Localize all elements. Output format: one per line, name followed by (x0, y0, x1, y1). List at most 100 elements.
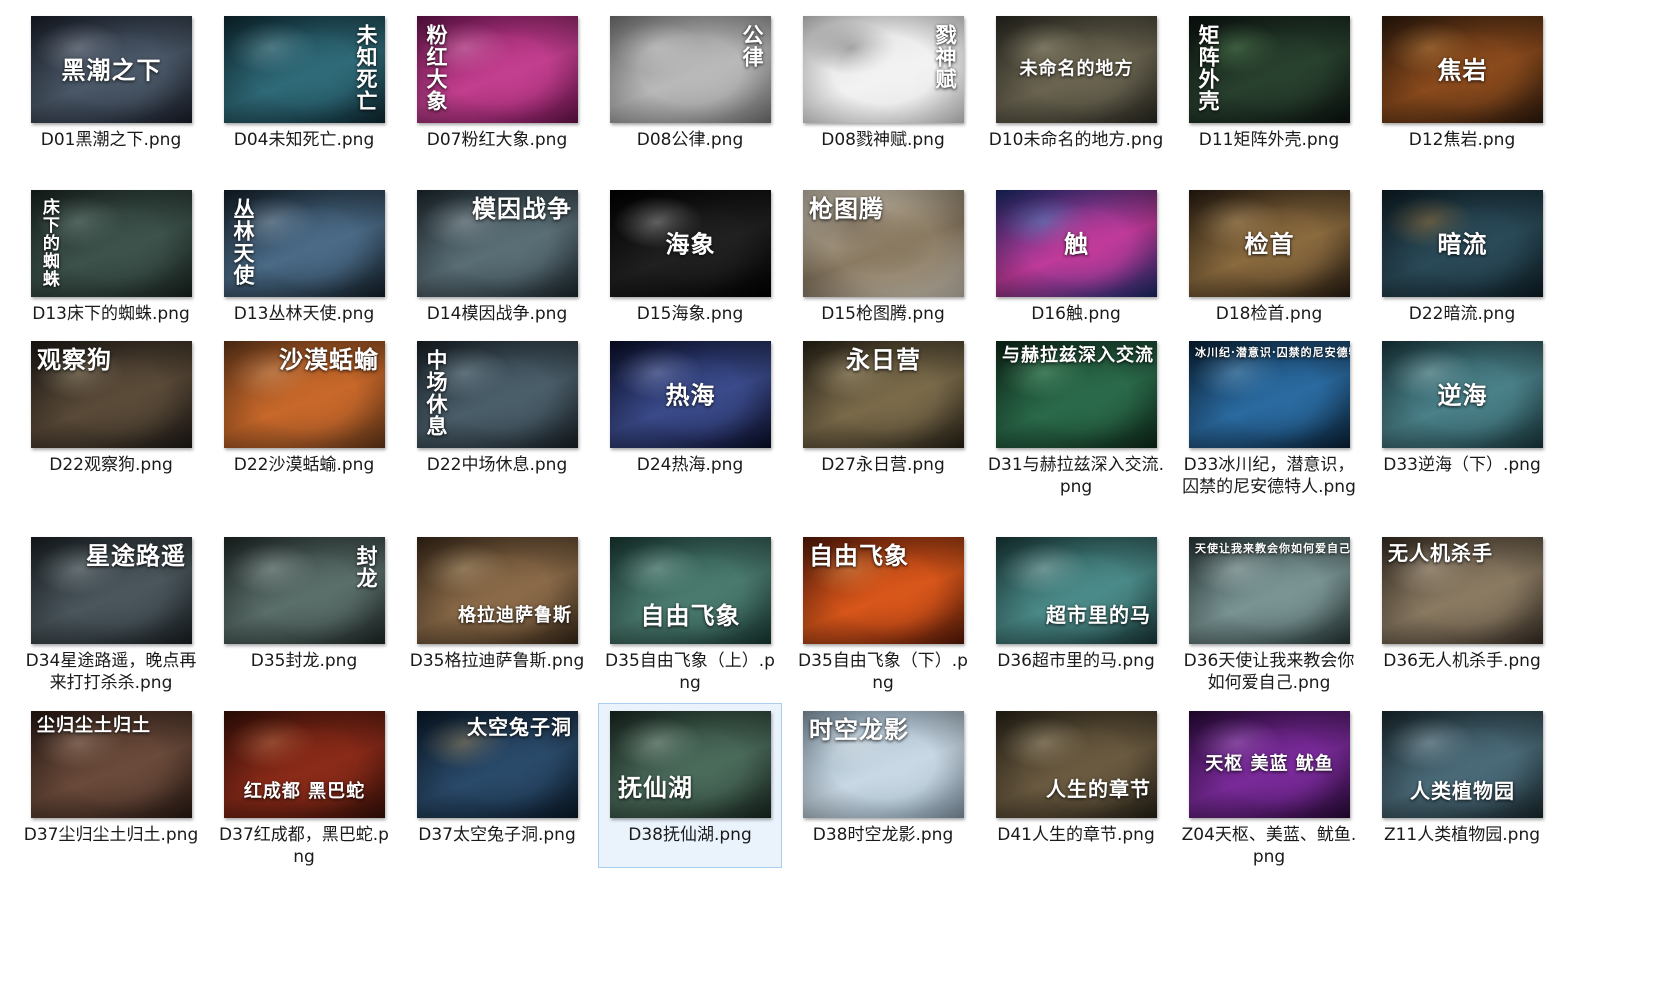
file-name-label: D27永日营.png (821, 455, 945, 475)
file-item[interactable]: 尘归尘土归土 D37尘归尘土归土.png (19, 703, 203, 868)
file-name-label: D13丛林天使.png (233, 304, 375, 324)
file-item[interactable]: 无人机杀手 D36无人机杀手.png (1370, 529, 1554, 699)
image-thumbnail: 矩阵外壳 (1189, 16, 1350, 123)
file-name-label: D13床下的蜘蛛.png (32, 304, 190, 324)
file-item[interactable]: 太空兔子洞 D37太空兔子洞.png (405, 703, 589, 868)
thumbnail-title: 未知死亡 (354, 24, 379, 112)
file-item[interactable]: 未知死亡 D04未知死亡.png (212, 8, 396, 178)
thumbnail-title: 模因战争 (472, 194, 572, 223)
image-thumbnail: 永日营 (803, 341, 964, 448)
image-thumbnail: 抚仙湖 (610, 711, 771, 818)
file-item[interactable]: 黑潮之下 D01黑潮之下.png (19, 8, 203, 178)
thumbnail-title: 枪图腾 (809, 194, 884, 223)
thumbnail-title: 焦岩 (1437, 54, 1488, 84)
file-name-label: D35格拉迪萨鲁斯.png (409, 651, 585, 671)
image-thumbnail: 公律 (610, 16, 771, 123)
file-item[interactable]: 丛林天使 D13丛林天使.png (212, 182, 396, 332)
image-thumbnail: 逆海 (1382, 341, 1543, 448)
file-item[interactable]: 红成都 黑巴蛇 D37红成都，黑巴蛇.png (212, 703, 396, 868)
file-item[interactable]: 与赫拉兹深入交流 D31与赫拉兹深入交流.png (984, 333, 1168, 525)
file-name-label: D22暗流.png (1408, 304, 1516, 324)
image-thumbnail: 封龙 (224, 537, 385, 644)
image-thumbnail: 焦岩 (1382, 16, 1543, 123)
file-name-label: D37尘归尘土归土.png (23, 825, 199, 845)
file-item[interactable]: 海象 D15海象.png (598, 182, 782, 332)
thumbnail-title: 无人机杀手 (1388, 541, 1493, 565)
thumbnail-title: 自由飞象 (640, 600, 741, 630)
file-item[interactable]: 时空龙影 D38时空龙影.png (791, 703, 975, 868)
file-name-label: D22观察狗.png (49, 455, 173, 475)
file-name-label: D22沙漠蛞蝓.png (233, 455, 375, 475)
file-item[interactable]: 天枢 美蓝 鱿鱼 Z04天枢、美蓝、鱿鱼.png (1177, 703, 1361, 868)
file-item[interactable]: 星途路遥 D34星途路遥，晚点再来打打杀杀.png (19, 529, 203, 699)
thumbnail-title: 自由飞象 (809, 541, 909, 570)
file-item[interactable]: 逆海 D33逆海（下）.png (1370, 333, 1554, 525)
image-thumbnail: 人生的章节 (996, 711, 1157, 818)
thumbnail-title: 黑潮之下 (61, 54, 162, 84)
file-item[interactable]: 戮神赋 D08戮神赋.png (791, 8, 975, 178)
thumbnail-title: 矩阵外壳 (1196, 24, 1222, 112)
file-name-label: D07粉红大象.png (426, 130, 568, 150)
file-name-label: Z11人类植物园.png (1383, 825, 1541, 845)
thumbnail-vignette (417, 537, 578, 644)
image-thumbnail: 超市里的马 (996, 537, 1157, 644)
file-item[interactable]: 触 D16触.png (984, 182, 1168, 332)
file-item[interactable]: 超市里的马 D36超市里的马.png (984, 529, 1168, 699)
file-name-label: D33逆海（下）.png (1383, 455, 1541, 475)
thumbnail-title: 粉红大象 (424, 24, 450, 112)
image-thumbnail: 触 (996, 190, 1157, 297)
file-name-label: D34星途路遥，晚点再来打打杀杀.png (25, 651, 197, 693)
file-item[interactable]: 天使让我来教会你如何爱自己 D36天使让我来教会你如何爱自己.png (1177, 529, 1361, 699)
file-item[interactable]: 冰川纪·潜意识·囚禁的尼安德特人 D33冰川纪，潜意识，囚禁的尼安德特人.png (1177, 333, 1361, 525)
image-thumbnail: 沙漠蛞蝓 (224, 341, 385, 448)
file-item[interactable]: 沙漠蛞蝓 D22沙漠蛞蝓.png (212, 333, 396, 525)
file-name-label: D24热海.png (636, 455, 744, 475)
file-item[interactable]: 检首 D18检首.png (1177, 182, 1361, 332)
file-item[interactable]: 焦岩 D12焦岩.png (1370, 8, 1554, 178)
file-item[interactable]: 枪图腾 D15枪图腾.png (791, 182, 975, 332)
file-name-label: D08公律.png (636, 130, 744, 150)
file-item[interactable]: 抚仙湖 D38抚仙湖.png (598, 703, 782, 868)
file-name-label: D37红成都，黑巴蛇.png (219, 825, 389, 867)
file-item[interactable]: 永日营 D27永日营.png (791, 333, 975, 525)
file-name-label: D15枪图腾.png (821, 304, 945, 324)
image-thumbnail: 自由飞象 (610, 537, 771, 644)
file-item[interactable]: 热海 D24热海.png (598, 333, 782, 525)
file-item[interactable]: 格拉迪萨鲁斯 D35格拉迪萨鲁斯.png (405, 529, 589, 699)
image-thumbnail: 戮神赋 (803, 16, 964, 123)
file-name-label: D16触.png (1031, 304, 1121, 324)
image-thumbnail: 海象 (610, 190, 771, 297)
thumbnail-title: 抚仙湖 (618, 772, 693, 802)
file-item[interactable]: 矩阵外壳 D11矩阵外壳.png (1177, 8, 1361, 178)
image-thumbnail: 中场休息 (417, 341, 578, 448)
file-item[interactable]: 未命名的地方 D10未命名的地方.png (984, 8, 1168, 178)
file-item[interactable]: 公律 D08公律.png (598, 8, 782, 178)
file-name-label: D22中场休息.png (426, 455, 568, 475)
file-item[interactable]: 封龙 D35封龙.png (212, 529, 396, 699)
file-name-label: D36无人机杀手.png (1383, 651, 1541, 671)
file-name-label: D35封龙.png (250, 651, 358, 671)
file-item[interactable]: 人类植物园 Z11人类植物园.png (1370, 703, 1554, 868)
thumbnail-title: 未命名的地方 (1019, 58, 1134, 80)
file-item[interactable]: 粉红大象 D07粉红大象.png (405, 8, 589, 178)
thumbnail-title: 触 (1064, 228, 1089, 258)
image-thumbnail: 暗流 (1382, 190, 1543, 297)
file-item[interactable]: 自由飞象 D35自由飞象（上）.png (598, 529, 782, 699)
thumbnail-title: 封龙 (354, 545, 379, 589)
file-item[interactable]: 中场休息 D22中场休息.png (405, 333, 589, 525)
file-item[interactable]: 观察狗 D22观察狗.png (19, 333, 203, 525)
file-name-label: D36天使让我来教会你如何爱自己.png (1183, 651, 1355, 693)
file-name-label: D38抚仙湖.png (628, 825, 752, 845)
file-name-label: D35自由飞象（下）.png (798, 651, 968, 693)
file-item[interactable]: 模因战争 D14模因战争.png (405, 182, 589, 332)
file-name-label: D11矩阵外壳.png (1198, 130, 1340, 150)
image-thumbnail: 热海 (610, 341, 771, 448)
file-item[interactable]: 暗流 D22暗流.png (1370, 182, 1554, 332)
thumbnail-title: 沙漠蛞蝓 (279, 345, 379, 374)
image-thumbnail: 丛林天使 (224, 190, 385, 297)
file-item[interactable]: 床下的蜘蛛 D13床下的蜘蛛.png (19, 182, 203, 332)
thumbnail-title: 与赫拉兹深入交流 (1002, 345, 1154, 366)
file-item[interactable]: 人生的章节 D41人生的章节.png (984, 703, 1168, 868)
image-thumbnail: 自由飞象 (803, 537, 964, 644)
file-item[interactable]: 自由飞象 D35自由飞象（下）.png (791, 529, 975, 699)
